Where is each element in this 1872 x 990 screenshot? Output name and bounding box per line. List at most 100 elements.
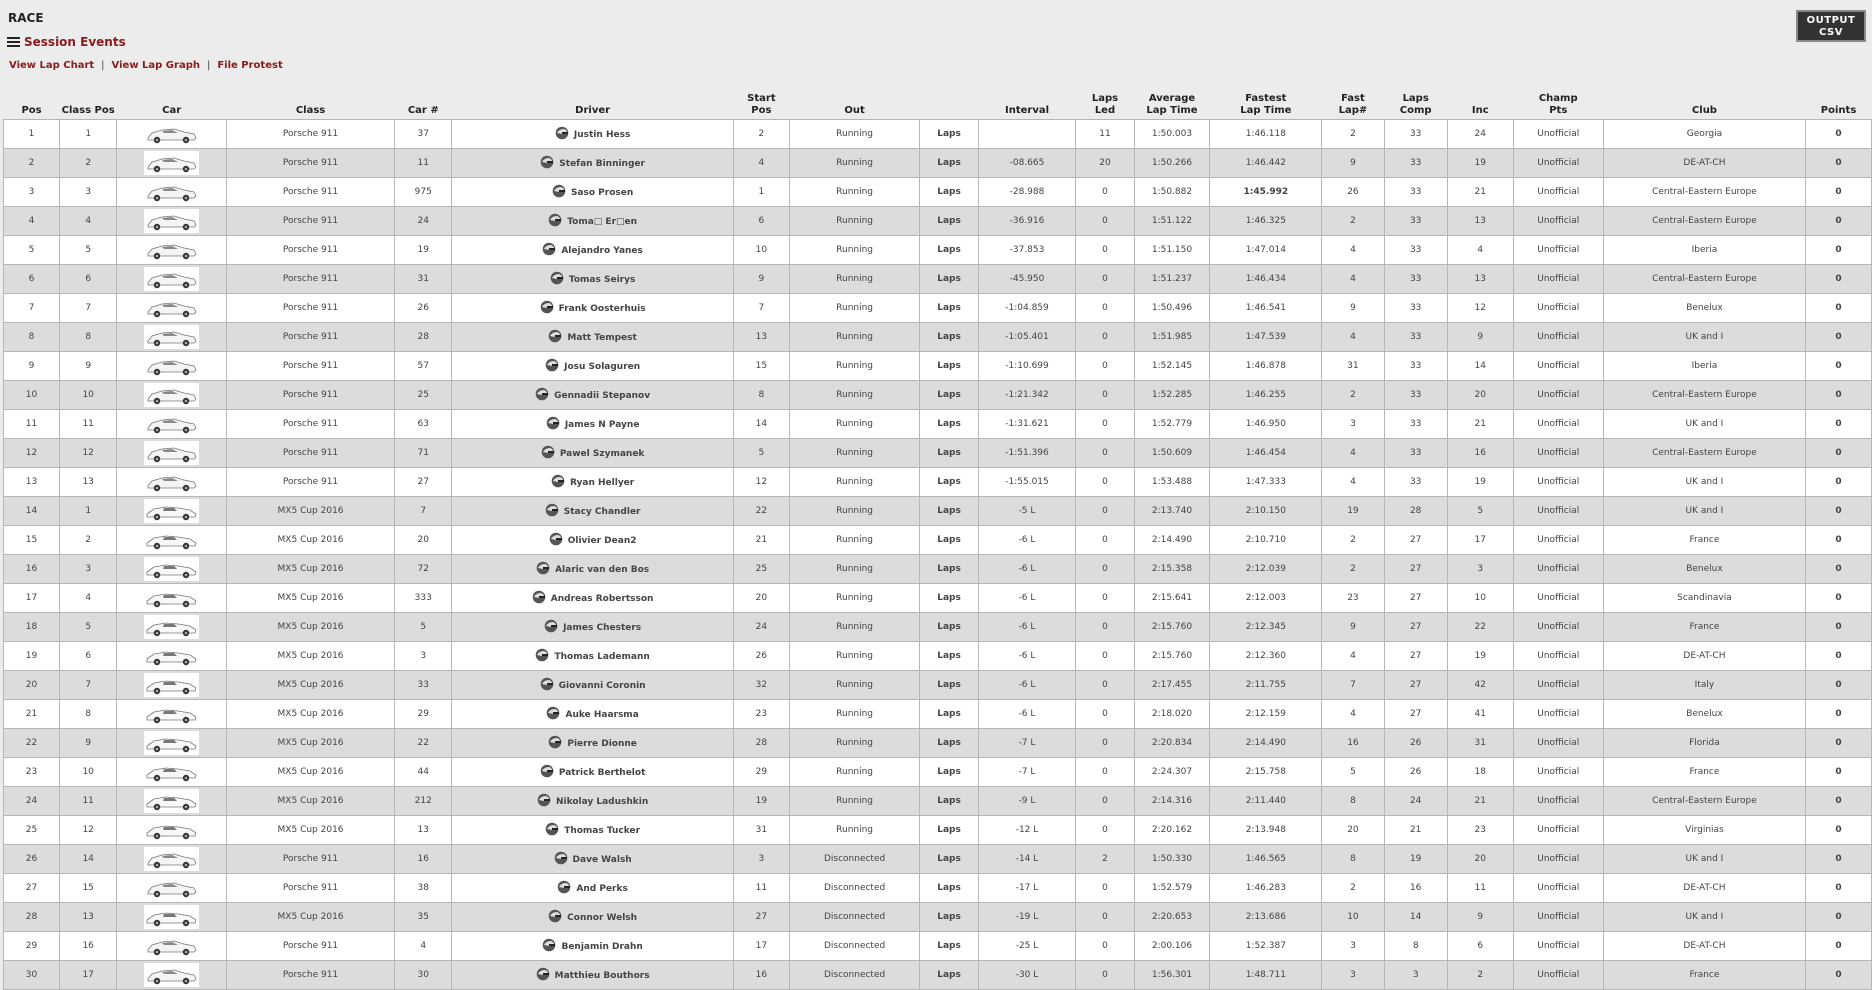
driver-name[interactable]: Tomas Seirys <box>451 264 734 294</box>
table-row[interactable]: 30 17 Porsche 911 30 Matthieu Bouthors 16 Disc… <box>2 960 1872 990</box>
laps-link[interactable]: Laps <box>919 670 979 700</box>
laps-link[interactable]: Laps <box>919 148 979 178</box>
column-header-car[interactable]: Car <box>116 86 227 120</box>
laps-link[interactable]: Laps <box>919 699 979 729</box>
driver-name[interactable]: Gennadii Stepanov <box>451 380 734 410</box>
table-row[interactable]: 3 3 Porsche 911 975 Saso Prosen 1 Running Laps -… <box>2 177 1872 207</box>
column-header-laps-led[interactable]: Laps Led <box>1075 86 1135 120</box>
driver-name[interactable]: Pawel Szymanek <box>451 438 734 468</box>
laps-link[interactable]: Laps <box>919 177 979 207</box>
column-header-laps-comp[interactable]: Laps Comp <box>1384 86 1448 120</box>
table-row[interactable]: 23 10 MX5 Cup 2016 44 Patrick Berthelot 29 Run… <box>2 757 1872 787</box>
driver-name[interactable]: Saso Prosen <box>451 177 734 207</box>
column-header-start-pos[interactable]: Start Pos <box>733 86 790 120</box>
laps-link[interactable]: Laps <box>919 293 979 323</box>
laps-link[interactable]: Laps <box>919 873 979 903</box>
view-lap-chart-link[interactable]: View Lap Chart <box>9 60 94 71</box>
session-events-link[interactable]: Session Events <box>7 35 126 49</box>
table-row[interactable]: 14 1 MX5 Cup 2016 7 Stacy Chandler 22 Running L… <box>2 496 1872 526</box>
laps-link[interactable]: Laps <box>919 612 979 642</box>
table-row[interactable]: 9 9 Porsche 911 57 Josu Solaguren 15 Running La… <box>2 351 1872 381</box>
driver-name[interactable]: Matt Tempest <box>451 322 734 352</box>
column-header-laps-link[interactable] <box>919 86 979 120</box>
table-row[interactable]: 5 5 Porsche 911 19 Alejandro Yanes 10 Running L… <box>2 235 1872 265</box>
driver-name[interactable]: And Perks <box>451 873 734 903</box>
table-row[interactable]: 1 1 Porsche 911 37 Justin Hess 2 Running Laps 11… <box>2 119 1872 149</box>
driver-name[interactable]: Josu Solaguren <box>451 351 734 381</box>
driver-name[interactable]: Stefan Binninger <box>451 148 734 178</box>
column-header-out[interactable]: Out <box>789 86 920 120</box>
table-row[interactable]: 28 13 MX5 Cup 2016 35 Connor Welsh 27 Disconne… <box>2 902 1872 932</box>
laps-link[interactable]: Laps <box>919 438 979 468</box>
laps-link[interactable]: Laps <box>919 815 979 845</box>
driver-name[interactable]: Dave Walsh <box>451 844 734 874</box>
driver-name[interactable]: Toma□ Er□en <box>451 206 734 236</box>
driver-name[interactable]: Olivier Dean2 <box>451 525 734 555</box>
table-row[interactable]: 17 4 MX5 Cup 2016 333 Andreas Robertsson 20 Ru… <box>2 583 1872 613</box>
driver-name[interactable]: Stacy Chandler <box>451 496 734 526</box>
laps-link[interactable]: Laps <box>919 931 979 961</box>
table-row[interactable]: 2 2 Porsche 911 11 Stefan Binninger 4 Running L… <box>2 148 1872 178</box>
driver-name[interactable]: Nikolay Ladushkin <box>451 786 734 816</box>
laps-link[interactable]: Laps <box>919 844 979 874</box>
driver-name[interactable]: Thomas Tucker <box>451 815 734 845</box>
table-row[interactable]: 19 6 MX5 Cup 2016 3 Thomas Lademann 26 Running… <box>2 641 1872 671</box>
laps-link[interactable]: Laps <box>919 496 979 526</box>
laps-link[interactable]: Laps <box>919 641 979 671</box>
laps-link[interactable]: Laps <box>919 351 979 381</box>
driver-name[interactable]: Patrick Berthelot <box>451 757 734 787</box>
column-header-fastest-lap[interactable]: Fastest Lap Time <box>1209 86 1322 120</box>
driver-name[interactable]: Auke Haarsma <box>451 699 734 729</box>
laps-link[interactable]: Laps <box>919 264 979 294</box>
table-row[interactable]: 7 7 Porsche 911 26 Frank Oosterhuis 7 Running L… <box>2 293 1872 323</box>
table-row[interactable]: 18 5 MX5 Cup 2016 5 James Chesters 24 Running L… <box>2 612 1872 642</box>
table-row[interactable]: 10 10 Porsche 911 25 Gennadii Stepanov 8 Runni… <box>2 380 1872 410</box>
table-row[interactable]: 8 8 Porsche 911 28 Matt Tempest 13 Running Laps… <box>2 322 1872 352</box>
table-row[interactable]: 29 16 Porsche 911 4 Benjamin Drahn 17 Disconne… <box>2 931 1872 961</box>
laps-link[interactable]: Laps <box>919 525 979 555</box>
column-header-car-number[interactable]: Car # <box>394 86 452 120</box>
driver-name[interactable]: Andreas Robertsson <box>451 583 734 613</box>
table-row[interactable]: 24 11 MX5 Cup 2016 212 Nikolay Ladushkin 19 Ru… <box>2 786 1872 816</box>
column-header-champ-pts[interactable]: Champ Pts <box>1513 86 1604 120</box>
column-header-fast-lap-num[interactable]: Fast Lap# <box>1321 86 1384 120</box>
driver-name[interactable]: Giovanni Coronin <box>451 670 734 700</box>
driver-name[interactable]: Ryan Hellyer <box>451 467 734 497</box>
table-row[interactable]: 13 13 Porsche 911 27 Ryan Hellyer 12 Running La… <box>2 467 1872 497</box>
table-row[interactable]: 26 14 Porsche 911 16 Dave Walsh 3 Disconnected… <box>2 844 1872 874</box>
laps-link[interactable]: Laps <box>919 583 979 613</box>
column-header-pos[interactable]: Pos <box>3 86 60 120</box>
driver-name[interactable]: Alaric van den Bos <box>451 554 734 584</box>
column-header-class[interactable]: Class <box>226 86 395 120</box>
laps-link[interactable]: Laps <box>919 728 979 758</box>
driver-name[interactable]: Thomas Lademann <box>451 641 734 671</box>
table-row[interactable]: 15 2 MX5 Cup 2016 20 Olivier Dean2 21 Running L… <box>2 525 1872 555</box>
driver-name[interactable]: Benjamin Drahn <box>451 931 734 961</box>
view-lap-graph-link[interactable]: View Lap Graph <box>112 60 200 71</box>
output-csv-button[interactable]: OUTPUT CSV <box>1796 10 1866 42</box>
laps-link[interactable]: Laps <box>919 902 979 932</box>
column-header-driver[interactable]: Driver <box>451 86 734 120</box>
driver-name[interactable]: James Chesters <box>451 612 734 642</box>
table-row[interactable]: 16 3 MX5 Cup 2016 72 Alaric van den Bos 25 Run… <box>2 554 1872 584</box>
laps-link[interactable]: Laps <box>919 380 979 410</box>
laps-link[interactable]: Laps <box>919 467 979 497</box>
column-header-avg-lap[interactable]: Average Lap Time <box>1134 86 1210 120</box>
table-row[interactable]: 22 9 MX5 Cup 2016 22 Pierre Dionne 28 Running L… <box>2 728 1872 758</box>
table-row[interactable]: 4 4 Porsche 911 24 Toma□ Er□en 6 Running Laps -3… <box>2 206 1872 236</box>
laps-link[interactable]: Laps <box>919 409 979 439</box>
table-row[interactable]: 12 12 Porsche 911 71 Pawel Szymanek 5 Running L… <box>2 438 1872 468</box>
driver-name[interactable]: Pierre Dionne <box>451 728 734 758</box>
column-header-inc[interactable]: Inc <box>1447 86 1514 120</box>
laps-link[interactable]: Laps <box>919 206 979 236</box>
driver-name[interactable]: Frank Oosterhuis <box>451 293 734 323</box>
column-header-points[interactable]: Points <box>1805 86 1872 120</box>
laps-link[interactable]: Laps <box>919 322 979 352</box>
laps-link[interactable]: Laps <box>919 554 979 584</box>
table-row[interactable]: 27 15 Porsche 911 38 And Perks 11 Disconnected… <box>2 873 1872 903</box>
laps-link[interactable]: Laps <box>919 786 979 816</box>
table-row[interactable]: 11 11 Porsche 911 63 James N Payne 14 Running L… <box>2 409 1872 439</box>
laps-link[interactable]: Laps <box>919 235 979 265</box>
laps-link[interactable]: Laps <box>919 757 979 787</box>
file-protest-link[interactable]: File Protest <box>217 60 282 71</box>
